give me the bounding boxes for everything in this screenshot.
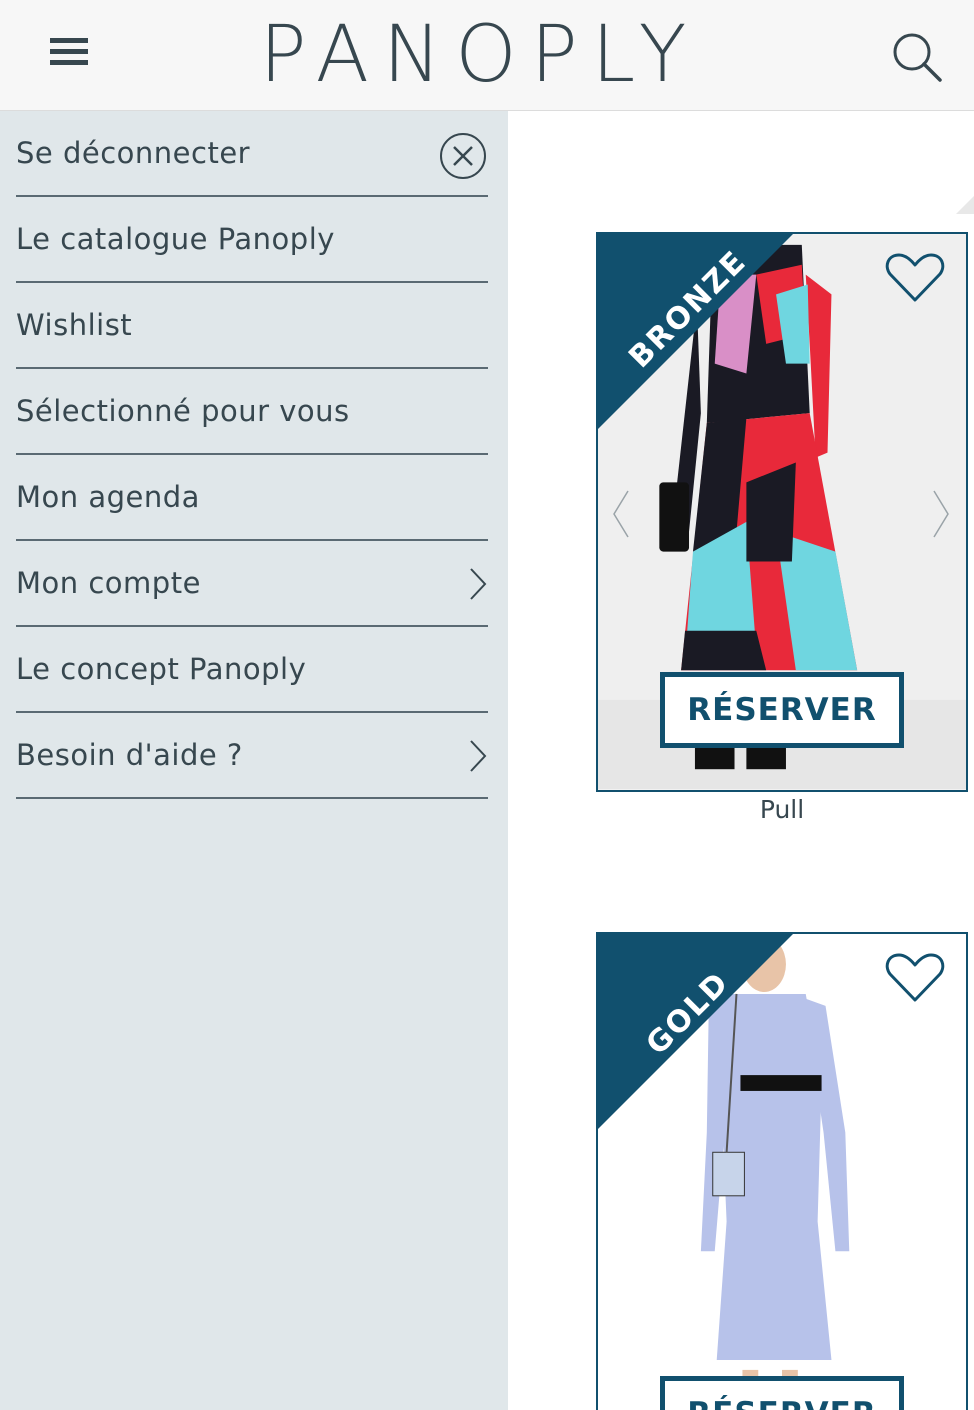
search-icon[interactable] (890, 30, 944, 84)
menu-item-selection[interactable]: Sélectionné pour vous (16, 369, 488, 455)
menu-item-label: Le concept Panoply (16, 652, 307, 686)
menu-item-wishlist[interactable]: Wishlist (16, 283, 488, 369)
menu-item-catalogue[interactable]: Le catalogue Panoply (16, 197, 488, 283)
reserve-button-label: RÉSERVER (687, 692, 877, 728)
side-drawer: Se déconnecter Le catalogue Panoply Wish… (0, 111, 508, 1410)
product-card[interactable]: BRONZE RÉSERVER (596, 232, 968, 792)
menu-item-logout[interactable]: Se déconnecter (16, 111, 488, 197)
menu-item-label: Mon agenda (16, 480, 200, 514)
tier-ribbon (598, 934, 793, 1129)
menu-item-label: Mon compte (16, 566, 201, 600)
tier-ribbon (598, 234, 793, 429)
menu-item-account[interactable]: Mon compte (16, 541, 488, 627)
chevron-right-icon (468, 567, 488, 601)
menu-item-help[interactable]: Besoin d'aide ? (16, 713, 488, 799)
menu-item-label: Se déconnecter (16, 136, 251, 170)
menu-item-label: Wishlist (16, 308, 133, 342)
heart-icon[interactable] (884, 952, 946, 1004)
scroll-indicator (956, 196, 974, 214)
menu-item-label: Sélectionné pour vous (16, 394, 350, 428)
reserve-button[interactable]: RÉSERVER (660, 672, 904, 748)
product-card[interactable]: GOLD RÉSERVER (596, 932, 968, 1410)
chevron-right-icon[interactable] (930, 489, 952, 539)
menu-item-label: Le catalogue Panoply (16, 222, 335, 256)
menu-item-label: Besoin d'aide ? (16, 738, 243, 772)
chevron-right-icon (468, 739, 488, 773)
brand-logo[interactable]: PANOPLY (240, 10, 720, 100)
close-circle-icon[interactable] (438, 131, 488, 181)
hamburger-menu-icon[interactable] (50, 38, 88, 72)
top-header: PANOPLY (0, 0, 974, 111)
reserve-button-label: RÉSERVER (687, 1396, 876, 1410)
reserve-button[interactable]: RÉSERVER (660, 1376, 904, 1410)
menu-item-concept[interactable]: Le concept Panoply (16, 627, 488, 713)
chevron-left-icon[interactable] (610, 489, 632, 539)
brand-logo-text: PANOPLY (259, 10, 701, 100)
product-caption: Pull (759, 795, 805, 824)
heart-icon[interactable] (884, 252, 946, 304)
menu-item-agenda[interactable]: Mon agenda (16, 455, 488, 541)
